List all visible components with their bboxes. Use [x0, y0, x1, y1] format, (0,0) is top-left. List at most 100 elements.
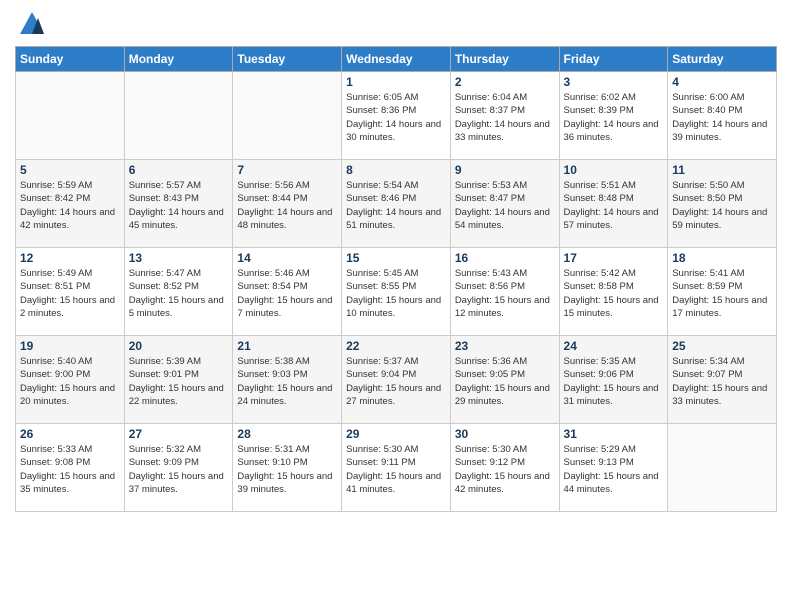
day-info: Sunrise: 5:30 AM Sunset: 9:12 PM Dayligh…: [455, 443, 555, 496]
calendar-cell: 16Sunrise: 5:43 AM Sunset: 8:56 PM Dayli…: [450, 248, 559, 336]
week-row-4: 19 Sunrise: 5:40 AM Sunset: 9:00 PM Dayli…: [16, 336, 777, 424]
calendar-table: SundayMondayTuesdayWednesdayThursdayFrid…: [15, 46, 777, 512]
day-number: 9: [455, 163, 555, 177]
calendar-cell: 11 Sunrise: 5:50 AM Sunset: 8:50 PM Dayli…: [668, 160, 777, 248]
day-info: Sunrise: 5:42 AM Sunset: 8:58 PM Dayligh…: [564, 267, 664, 320]
day-number: 19: [20, 339, 120, 353]
calendar-cell: 22 Sunrise: 5:37 AM Sunset: 9:04 PM Dayli…: [342, 336, 451, 424]
calendar-cell: 9 Sunrise: 5:53 AM Sunset: 8:47 PM Daylig…: [450, 160, 559, 248]
calendar-cell: [16, 72, 125, 160]
day-info: Sunrise: 5:41 AM Sunset: 8:59 PM Dayligh…: [672, 267, 772, 320]
day-info: Sunrise: 5:37 AM Sunset: 9:04 PM Dayligh…: [346, 355, 446, 408]
day-info: Sunrise: 5:40 AM Sunset: 9:00 PM Dayligh…: [20, 355, 120, 408]
calendar-cell: 8 Sunrise: 5:54 AM Sunset: 8:46 PM Daylig…: [342, 160, 451, 248]
day-info: Sunrise: 5:43 AM Sunset: 8:56 PM Dayligh…: [455, 267, 555, 320]
calendar-cell: 17 Sunrise: 5:42 AM Sunset: 8:58 PM Dayli…: [559, 248, 668, 336]
day-number: 7: [237, 163, 337, 177]
day-number: 18: [672, 251, 772, 265]
day-info: Sunrise: 5:47 AM Sunset: 8:52 PM Dayligh…: [129, 267, 229, 320]
day-number: 14: [237, 251, 337, 265]
day-info: Sunrise: 5:38 AM Sunset: 9:03 PM Dayligh…: [237, 355, 337, 408]
calendar-body: 1 Sunrise: 6:05 AM Sunset: 8:36 PM Daylig…: [16, 72, 777, 512]
calendar-cell: [124, 72, 233, 160]
day-info: Sunrise: 5:56 AM Sunset: 8:44 PM Dayligh…: [237, 179, 337, 232]
calendar-cell: 26 Sunrise: 5:33 AM Sunset: 9:08 PM Dayli…: [16, 424, 125, 512]
day-number: 22: [346, 339, 446, 353]
calendar-cell: 3 Sunrise: 6:02 AM Sunset: 8:39 PM Daylig…: [559, 72, 668, 160]
calendar-cell: 20Sunrise: 5:39 AM Sunset: 9:01 PM Dayli…: [124, 336, 233, 424]
day-info: Sunrise: 6:04 AM Sunset: 8:37 PM Dayligh…: [455, 91, 555, 144]
day-number: 8: [346, 163, 446, 177]
day-number: 3: [564, 75, 664, 89]
day-number: 11: [672, 163, 772, 177]
calendar-cell: 14 Sunrise: 5:46 AM Sunset: 8:54 PM Dayli…: [233, 248, 342, 336]
calendar-cell: 23Sunrise: 5:36 AM Sunset: 9:05 PM Dayli…: [450, 336, 559, 424]
day-number: 30: [455, 427, 555, 441]
calendar-cell: 28Sunrise: 5:31 AM Sunset: 9:10 PM Dayli…: [233, 424, 342, 512]
weekday-header-monday: Monday: [124, 47, 233, 72]
day-info: Sunrise: 5:30 AM Sunset: 9:11 PM Dayligh…: [346, 443, 446, 496]
weekday-header-tuesday: Tuesday: [233, 47, 342, 72]
day-info: Sunrise: 6:02 AM Sunset: 8:39 PM Dayligh…: [564, 91, 664, 144]
calendar-cell: 15Sunrise: 5:45 AM Sunset: 8:55 PM Dayli…: [342, 248, 451, 336]
day-info: Sunrise: 5:29 AM Sunset: 9:13 PM Dayligh…: [564, 443, 664, 496]
calendar-cell: 21 Sunrise: 5:38 AM Sunset: 9:03 PM Dayli…: [233, 336, 342, 424]
logo: [15, 10, 46, 38]
day-number: 25: [672, 339, 772, 353]
calendar-cell: 19 Sunrise: 5:40 AM Sunset: 9:00 PM Dayli…: [16, 336, 125, 424]
day-info: Sunrise: 5:32 AM Sunset: 9:09 PM Dayligh…: [129, 443, 229, 496]
week-row-5: 26 Sunrise: 5:33 AM Sunset: 9:08 PM Dayli…: [16, 424, 777, 512]
calendar-cell: 31 Sunrise: 5:29 AM Sunset: 9:13 PM Dayli…: [559, 424, 668, 512]
day-info: Sunrise: 5:33 AM Sunset: 9:08 PM Dayligh…: [20, 443, 120, 496]
calendar-cell: 25 Sunrise: 5:34 AM Sunset: 9:07 PM Dayli…: [668, 336, 777, 424]
calendar-cell: 29 Sunrise: 5:30 AM Sunset: 9:11 PM Dayli…: [342, 424, 451, 512]
calendar-cell: [233, 72, 342, 160]
day-number: 26: [20, 427, 120, 441]
weekday-header-saturday: Saturday: [668, 47, 777, 72]
day-number: 21: [237, 339, 337, 353]
day-number: 12: [20, 251, 120, 265]
day-info: Sunrise: 6:00 AM Sunset: 8:40 PM Dayligh…: [672, 91, 772, 144]
day-number: 2: [455, 75, 555, 89]
calendar-cell: 5Sunrise: 5:59 AM Sunset: 8:42 PM Daylig…: [16, 160, 125, 248]
day-number: 27: [129, 427, 229, 441]
week-row-2: 5Sunrise: 5:59 AM Sunset: 8:42 PM Daylig…: [16, 160, 777, 248]
week-row-3: 12 Sunrise: 5:49 AM Sunset: 8:51 PM Dayli…: [16, 248, 777, 336]
calendar-cell: 7 Sunrise: 5:56 AM Sunset: 8:44 PM Daylig…: [233, 160, 342, 248]
day-number: 24: [564, 339, 664, 353]
day-info: Sunrise: 5:50 AM Sunset: 8:50 PM Dayligh…: [672, 179, 772, 232]
calendar-cell: 4Sunrise: 6:00 AM Sunset: 8:40 PM Daylig…: [668, 72, 777, 160]
calendar-cell: 30 Sunrise: 5:30 AM Sunset: 9:12 PM Dayli…: [450, 424, 559, 512]
calendar-cell: [668, 424, 777, 512]
day-info: Sunrise: 5:45 AM Sunset: 8:55 PM Dayligh…: [346, 267, 446, 320]
calendar-cell: 27 Sunrise: 5:32 AM Sunset: 9:09 PM Dayli…: [124, 424, 233, 512]
day-number: 28: [237, 427, 337, 441]
calendar-header: SundayMondayTuesdayWednesdayThursdayFrid…: [16, 47, 777, 72]
calendar-cell: 1 Sunrise: 6:05 AM Sunset: 8:36 PM Daylig…: [342, 72, 451, 160]
day-info: Sunrise: 5:57 AM Sunset: 8:43 PM Dayligh…: [129, 179, 229, 232]
day-info: Sunrise: 5:51 AM Sunset: 8:48 PM Dayligh…: [564, 179, 664, 232]
day-number: 10: [564, 163, 664, 177]
day-info: Sunrise: 5:49 AM Sunset: 8:51 PM Dayligh…: [20, 267, 120, 320]
day-number: 1: [346, 75, 446, 89]
calendar-cell: 18 Sunrise: 5:41 AM Sunset: 8:59 PM Dayli…: [668, 248, 777, 336]
day-info: Sunrise: 5:46 AM Sunset: 8:54 PM Dayligh…: [237, 267, 337, 320]
day-number: 6: [129, 163, 229, 177]
day-number: 29: [346, 427, 446, 441]
day-info: Sunrise: 5:35 AM Sunset: 9:06 PM Dayligh…: [564, 355, 664, 408]
day-info: Sunrise: 5:53 AM Sunset: 8:47 PM Dayligh…: [455, 179, 555, 232]
day-number: 13: [129, 251, 229, 265]
day-number: 17: [564, 251, 664, 265]
day-number: 31: [564, 427, 664, 441]
weekday-row: SundayMondayTuesdayWednesdayThursdayFrid…: [16, 47, 777, 72]
day-number: 23: [455, 339, 555, 353]
calendar-cell: 13 Sunrise: 5:47 AM Sunset: 8:52 PM Dayli…: [124, 248, 233, 336]
page-container: SundayMondayTuesdayWednesdayThursdayFrid…: [0, 0, 792, 522]
day-info: Sunrise: 5:34 AM Sunset: 9:07 PM Dayligh…: [672, 355, 772, 408]
day-info: Sunrise: 5:54 AM Sunset: 8:46 PM Dayligh…: [346, 179, 446, 232]
day-info: Sunrise: 6:05 AM Sunset: 8:36 PM Dayligh…: [346, 91, 446, 144]
calendar-cell: 12 Sunrise: 5:49 AM Sunset: 8:51 PM Dayli…: [16, 248, 125, 336]
logo-icon: [18, 10, 46, 38]
calendar-cell: 10 Sunrise: 5:51 AM Sunset: 8:48 PM Dayli…: [559, 160, 668, 248]
day-info: Sunrise: 5:59 AM Sunset: 8:42 PM Dayligh…: [20, 179, 120, 232]
